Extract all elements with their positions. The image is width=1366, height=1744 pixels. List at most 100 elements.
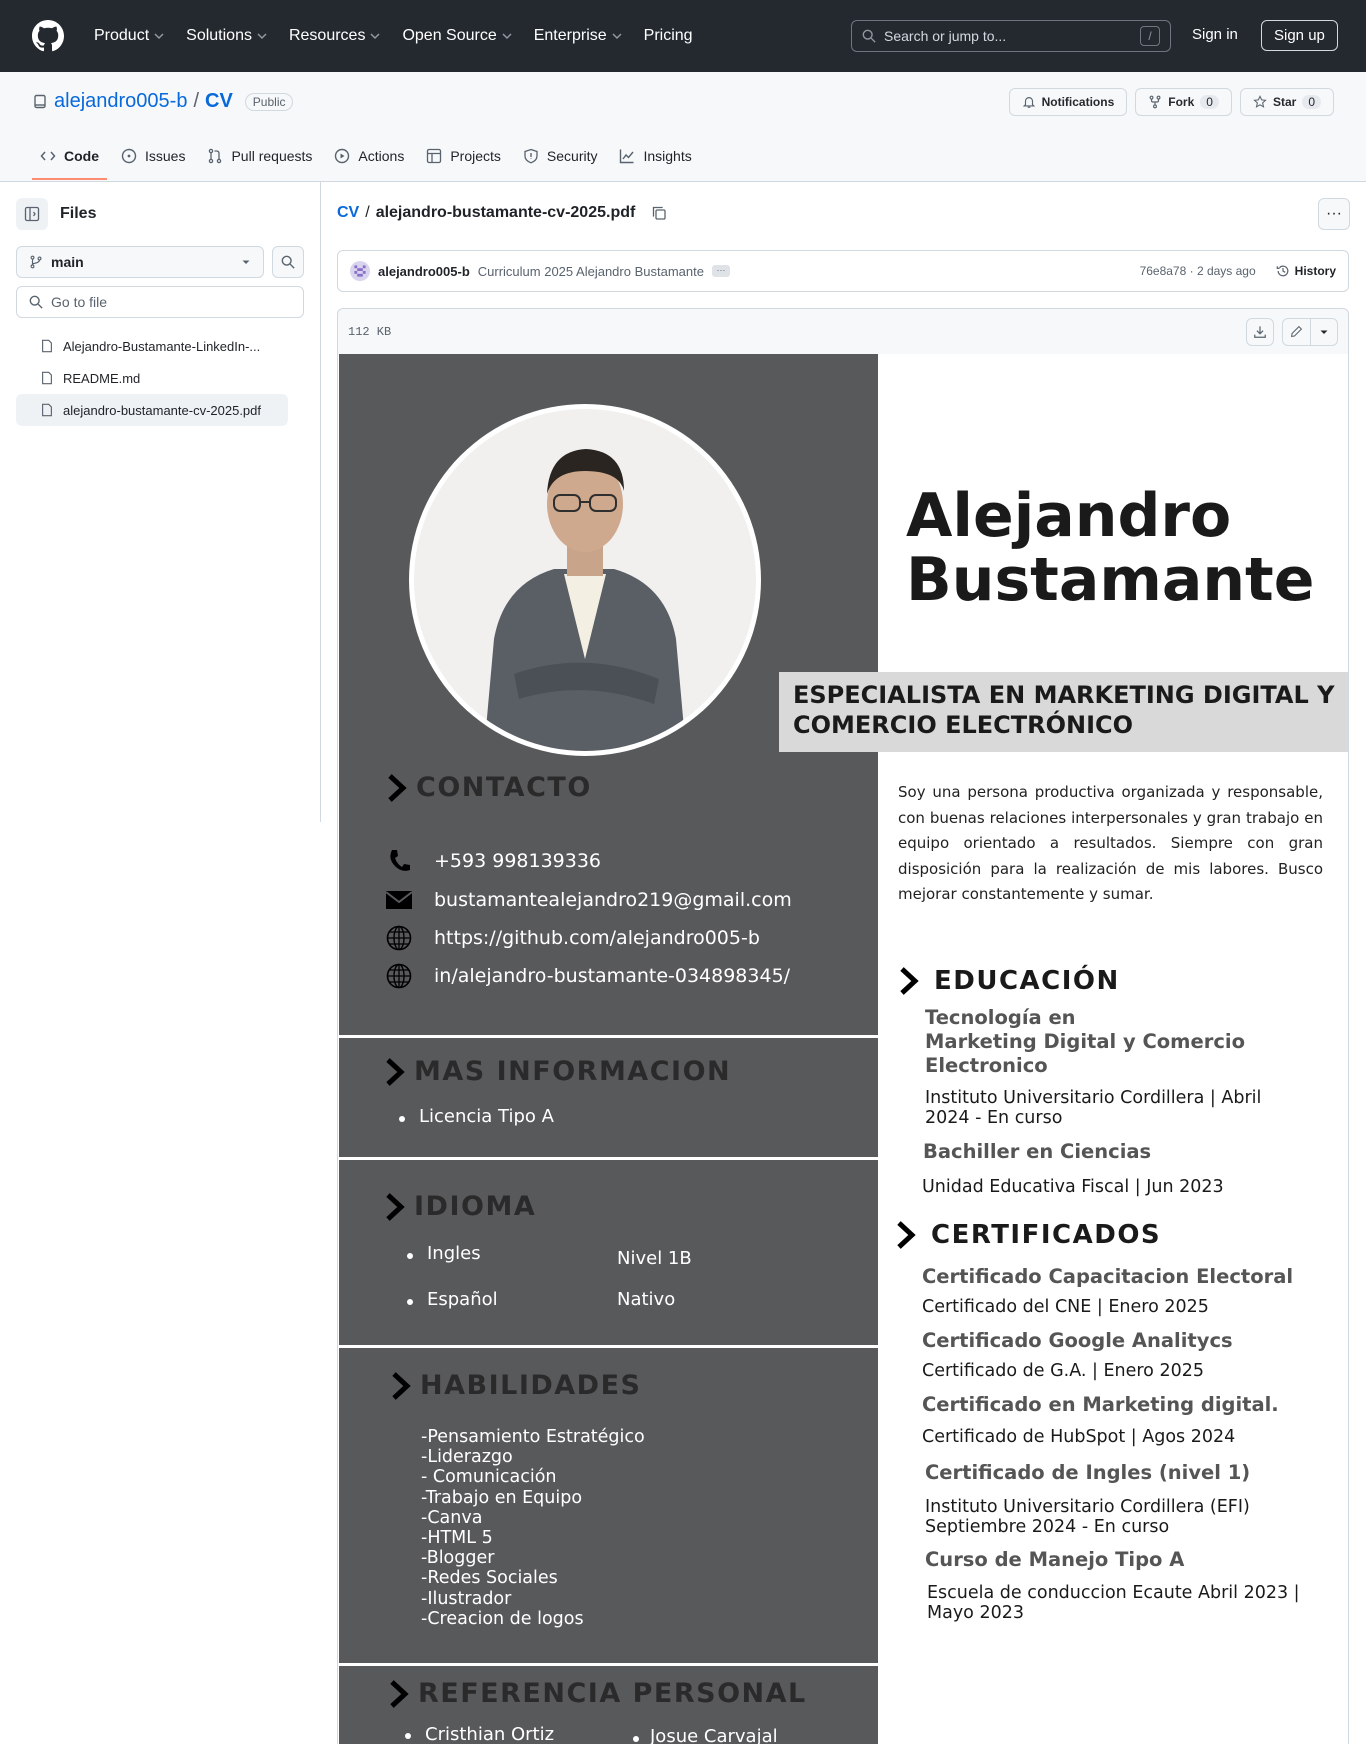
breadcrumb-separator: / bbox=[365, 204, 370, 221]
edit-dropdown-button[interactable] bbox=[1310, 318, 1337, 345]
github-logo-icon[interactable] bbox=[32, 20, 64, 52]
history-button[interactable]: History bbox=[1276, 264, 1336, 278]
search-icon bbox=[281, 255, 295, 269]
contact-linkedin: in/alejandro-bustamante-034898345/ bbox=[386, 963, 790, 989]
idioma-heading: IDIOMA bbox=[384, 1191, 536, 1222]
education-institution-line: Instituto Universitario Cordillera | Abr… bbox=[925, 1088, 1262, 1108]
nav-resources[interactable]: Resources bbox=[281, 21, 388, 51]
nav-product[interactable]: Product bbox=[86, 21, 172, 51]
latest-commit-bar: alejandro005-b Curriculum 2025 Alejandro… bbox=[337, 250, 1349, 292]
tab-pull-requests[interactable]: Pull requests bbox=[199, 132, 320, 180]
skill-item: -HTML 5 bbox=[421, 1528, 493, 1549]
repo-tabs: Code Issues Pull requests Actions Projec… bbox=[32, 132, 700, 180]
visibility-badge: Public bbox=[244, 92, 294, 111]
shield-icon bbox=[524, 148, 538, 164]
nav-resources-label: Resources bbox=[288, 27, 366, 44]
star-count: 0 bbox=[1302, 95, 1321, 109]
reference-name: Cristhian Ortiz bbox=[425, 1724, 555, 1744]
edit-button[interactable] bbox=[1283, 319, 1310, 345]
nav-solutions[interactable]: Solutions bbox=[178, 21, 275, 51]
file-viewer-toolbar: 112 KB bbox=[337, 308, 1349, 354]
search-placeholder: Search or jump to... bbox=[884, 28, 1007, 44]
fork-icon bbox=[1149, 95, 1161, 109]
nav-pricing[interactable]: Pricing bbox=[636, 21, 701, 51]
more-options-button[interactable]: ··· bbox=[1318, 198, 1350, 230]
repo-actions: Notifications Fork 0 Star 0 bbox=[1008, 88, 1334, 116]
commit-message-link[interactable]: Curriculum 2025 Alejandro Bustamante bbox=[478, 264, 704, 279]
breadcrumb: CV / alejandro-bustamante-cv-2025.pdf bbox=[337, 204, 667, 222]
nav-enterprise[interactable]: Enterprise bbox=[526, 21, 630, 51]
kebab-icon: ··· bbox=[1326, 205, 1342, 222]
notifications-button[interactable]: Notifications bbox=[1008, 88, 1128, 116]
sidebar-title: Files bbox=[60, 205, 97, 222]
skill-item: -Liderazgo bbox=[421, 1447, 513, 1468]
sign-in-link[interactable]: Sign in bbox=[1180, 24, 1250, 45]
nav-product-label: Product bbox=[94, 27, 150, 44]
tab-issues[interactable]: Issues bbox=[113, 132, 193, 180]
certificados-heading: CERTIFICADOS bbox=[895, 1220, 1161, 1250]
educacion-heading: EDUCACIÓN bbox=[898, 966, 1120, 996]
star-button[interactable]: Star 0 bbox=[1239, 88, 1334, 116]
branch-icon bbox=[30, 255, 42, 269]
file-search-button[interactable] bbox=[272, 246, 304, 278]
education-title: Bachiller en Ciencias bbox=[923, 1140, 1152, 1163]
nav-open-source-label: Open Source bbox=[402, 27, 497, 44]
certificate-issuer-line: Mayo 2023 bbox=[927, 1602, 1024, 1623]
file-tree-item-active[interactable]: alejandro-bustamante-cv-2025.pdf bbox=[16, 394, 288, 426]
tab-insights-label: Insights bbox=[643, 148, 692, 164]
avatar[interactable] bbox=[350, 261, 370, 281]
pencil-icon bbox=[1291, 325, 1303, 337]
mas-informacion-item: Licencia Tipo A bbox=[419, 1106, 554, 1127]
repo-name-link[interactable]: CV bbox=[205, 90, 233, 113]
skill-item: -Ilustrador bbox=[421, 1588, 512, 1609]
table-icon bbox=[427, 148, 442, 164]
profile-photo-image bbox=[414, 409, 756, 751]
tab-security[interactable]: Security bbox=[515, 132, 606, 180]
tab-projects-label: Projects bbox=[450, 148, 501, 164]
tab-insights[interactable]: Insights bbox=[611, 132, 699, 180]
tab-actions[interactable]: Actions bbox=[326, 132, 412, 180]
breadcrumb-file: alejandro-bustamante-cv-2025.pdf bbox=[375, 204, 636, 221]
repo-title: alejandro005-b / CV Public bbox=[32, 90, 294, 113]
file-tree-item[interactable]: README.md bbox=[16, 362, 288, 394]
go-to-file-input[interactable]: Go to file bbox=[16, 286, 304, 318]
commit-sha-and-time[interactable]: 76e8a78 · 2 days ago bbox=[1140, 264, 1256, 278]
sign-up-button[interactable]: Sign up bbox=[1261, 20, 1338, 51]
tab-code[interactable]: Code bbox=[32, 132, 107, 180]
copy-icon[interactable] bbox=[651, 205, 667, 221]
reference-name: Josue Carvajal bbox=[650, 1726, 778, 1744]
language-spanish-level: Nativo bbox=[617, 1289, 676, 1310]
file-tree-item-label: Alejandro-Bustamante-LinkedIn-... bbox=[63, 338, 261, 354]
nav-open-source[interactable]: Open Source bbox=[394, 21, 519, 51]
global-search-input[interactable]: Search or jump to... / bbox=[851, 20, 1171, 52]
education-institution-line: 2024 - En curso bbox=[925, 1107, 1063, 1128]
cv-left-column: CONTACTO +593 998139336 bustamantealejan… bbox=[339, 354, 878, 1744]
repo-owner-link[interactable]: alejandro005-b bbox=[54, 90, 187, 113]
envelope-icon bbox=[386, 887, 412, 913]
sidebar-toggle-button[interactable] bbox=[16, 198, 48, 230]
fork-button[interactable]: Fork 0 bbox=[1135, 88, 1232, 116]
tab-pull-requests-label: Pull requests bbox=[231, 148, 313, 164]
commit-expand-button[interactable]: ··· bbox=[711, 265, 730, 277]
phone-icon bbox=[386, 848, 412, 874]
habilidades-title: HABILIDADES bbox=[420, 1370, 642, 1401]
education-institution: Unidad Educativa Fiscal | Jun 2023 bbox=[922, 1177, 1224, 1197]
global-header: Product Solutions Resources Open Source … bbox=[0, 0, 1366, 72]
search-icon bbox=[29, 295, 43, 309]
commit-author-link[interactable]: alejandro005-b bbox=[378, 264, 470, 279]
nav-solutions-label: Solutions bbox=[186, 27, 252, 44]
breadcrumb-root-link[interactable]: CV bbox=[337, 204, 359, 222]
download-button[interactable] bbox=[1246, 317, 1274, 346]
chevron-right-icon bbox=[386, 1192, 405, 1221]
education-title-line: Marketing Digital y Comercio bbox=[925, 1030, 1245, 1053]
file-tree-item[interactable]: Alejandro-Bustamante-LinkedIn-... bbox=[16, 330, 288, 362]
chevron-right-icon bbox=[388, 773, 407, 802]
globe-icon bbox=[386, 925, 412, 951]
branch-selector[interactable]: main bbox=[16, 246, 264, 278]
language-spanish: Español bbox=[427, 1289, 498, 1310]
chevron-down-icon bbox=[502, 33, 512, 40]
tab-projects[interactable]: Projects bbox=[418, 132, 509, 180]
file-tree-item-label: alejandro-bustamante-cv-2025.pdf bbox=[63, 402, 262, 418]
certificados-title: CERTIFICADOS bbox=[931, 1220, 1162, 1250]
education-title: Tecnología en Marketing Digital y Comerc… bbox=[925, 1006, 1245, 1078]
